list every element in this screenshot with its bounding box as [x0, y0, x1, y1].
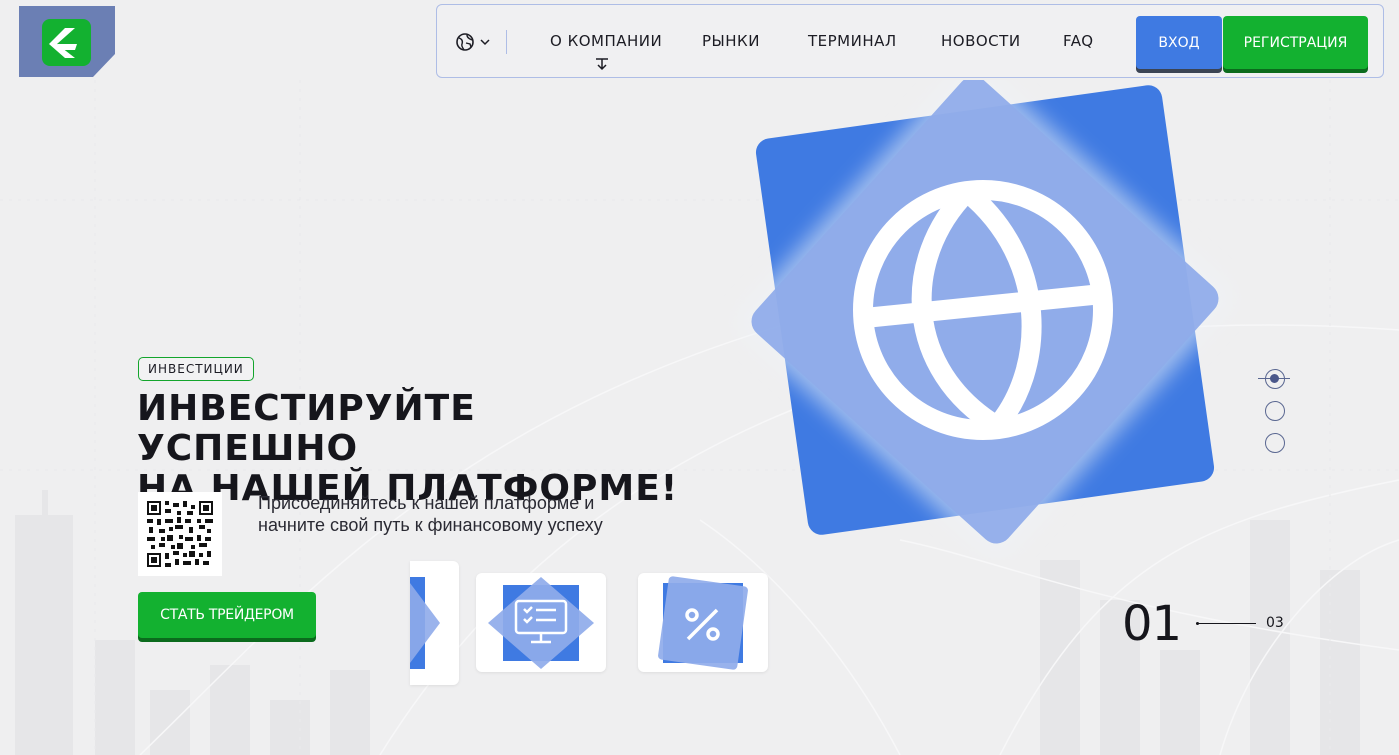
- arrow-down-icon: [596, 58, 608, 71]
- nav-item-faq[interactable]: FAQ: [1063, 32, 1094, 50]
- become-trader-button[interactable]: СТАТЬ ТРЕЙДЕРОМ: [138, 592, 316, 638]
- qr-code-icon: [147, 501, 213, 567]
- slider-dot-1[interactable]: [1265, 369, 1285, 389]
- feature-card-monitor[interactable]: [476, 573, 606, 672]
- nav-divider: [506, 30, 507, 54]
- hero-globe-graphic: [700, 63, 1260, 560]
- nav-item-markets[interactable]: РЫНКИ: [702, 32, 760, 50]
- slider-dot-2[interactable]: [1265, 401, 1285, 421]
- percent-icon: [658, 576, 748, 670]
- slide-counter-total: 03: [1266, 615, 1284, 631]
- feature-card-partial[interactable]: [410, 561, 459, 685]
- chevron-down-icon: [480, 39, 490, 46]
- top-navigation: О КОМПАНИИ РЫНКИ ТЕРМИНАЛ НОВОСТИ FAQ ВХ…: [436, 4, 1384, 78]
- hero-subtitle: Присоединяйтесь к нашей платформе и начн…: [258, 492, 678, 536]
- slider-dot-3[interactable]: [1265, 433, 1285, 453]
- monitor-checklist-icon: [488, 577, 594, 669]
- site-logo[interactable]: [19, 6, 115, 77]
- slide-counter-divider: [1196, 622, 1256, 625]
- hero-headline: ИНВЕСТИРУЙТЕ УСПЕШНО НА НАШЕЙ ПЛАТФОРМЕ!: [137, 389, 697, 509]
- k-arrow-logo-icon: [19, 6, 115, 77]
- qr-code: [138, 492, 222, 576]
- nav-item-news[interactable]: НОВОСТИ: [941, 32, 1021, 50]
- hero-subtitle-line2: начните свой путь к финансовому успеху: [258, 515, 603, 535]
- hero-subtitle-line1: Присоединяйтесь к нашей платформе и: [258, 493, 595, 513]
- hero-headline-line1: ИНВЕСТИРУЙТЕ УСПЕШНО: [137, 388, 476, 469]
- globe-icon: [456, 33, 474, 51]
- globe-icon: [738, 63, 1232, 557]
- nav-item-terminal[interactable]: ТЕРМИНАЛ: [808, 32, 897, 50]
- slide-counter-current: 01: [1122, 596, 1182, 652]
- feature-card-percent[interactable]: [638, 573, 768, 672]
- login-button[interactable]: ВХОД: [1136, 16, 1222, 69]
- nav-item-about[interactable]: О КОМПАНИИ: [550, 32, 662, 50]
- language-selector[interactable]: [455, 31, 505, 53]
- register-button[interactable]: РЕГИСТРАЦИЯ: [1223, 16, 1368, 69]
- partial-card-icon: [410, 577, 440, 669]
- category-tag: ИНВЕСТИЦИИ: [138, 357, 254, 381]
